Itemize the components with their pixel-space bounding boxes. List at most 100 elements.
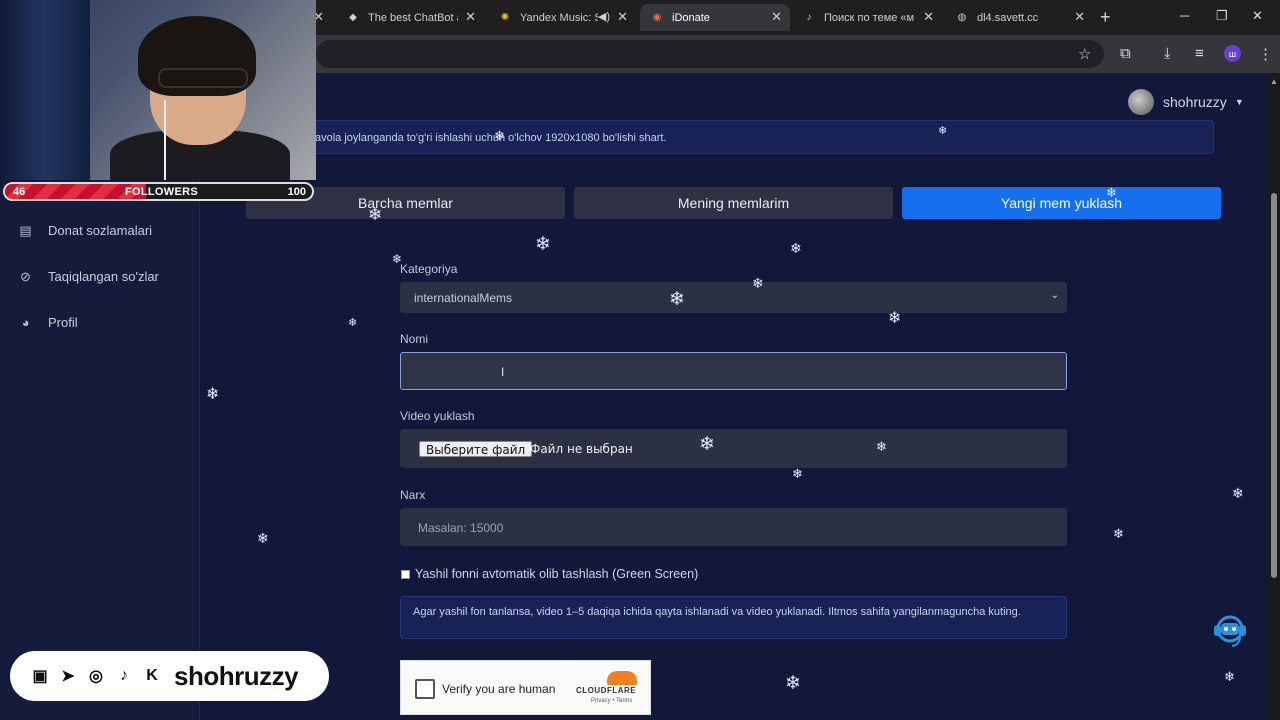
snowflake-icon: ❄ [1232,486,1244,502]
captcha-label: Verify you are human [442,682,556,696]
file-status: Файл не выбран [530,442,633,456]
video-file-input: Выберите файл Файл не выбран [400,429,1067,468]
close-icon[interactable]: ✕ [465,9,476,25]
browser-tab-savett[interactable]: ◍ dl4.savett.cc ✕ [945,4,1093,31]
greenscreen-info: Agar yashil fon tanlansa, video 1–5 daqi… [400,596,1067,639]
followers-goal-bar: 46 FOLLOWERS 100 [3,182,314,201]
greenscreen-option[interactable]: Yashil fonni avtomatik olib tashlash (Gr… [401,567,698,581]
sidebar-item-banned-words[interactable]: ⊘ Taqiqlangan so'zlar [18,268,159,285]
twitch-icon: ▣ [32,668,48,685]
name-label: Nomi [400,332,429,346]
page-scrollbar[interactable]: ▲ [1268,73,1280,720]
chatbot-icon: ◆ [349,12,357,23]
snowflake-icon: ❄ [206,384,220,403]
text-cursor-icon: I [501,365,505,379]
snowflake-icon: ❄ [752,276,764,292]
snowflake-icon: ❄ [1224,670,1235,685]
greenscreen-checkbox[interactable] [401,569,410,579]
username: shohruzzy [1163,94,1227,110]
download-icon[interactable]: ⤓ [1164,45,1171,62]
price-label: Narx [400,488,426,502]
yandex-music-icon: ✺ [500,12,510,23]
address-bar[interactable] [316,40,1104,68]
tiktok-icon: ♪ [120,667,128,684]
tab-my-memes[interactable]: Mening memlarim [574,187,893,219]
name-input[interactable]: I [400,352,1067,390]
tab-label: Yandex Music: Se [520,11,598,24]
chevron-down-icon: ⌄ [1050,290,1059,301]
tab-label: iDonate [672,11,710,24]
snowflake-icon: ❄ [494,129,505,144]
telegram-icon: ➤ [61,668,75,685]
idonate-icon: ◉ [652,12,662,23]
new-tab-icon[interactable]: + [1100,7,1111,28]
snowflake-icon: ❄ [876,440,887,455]
captcha-checkbox[interactable] [415,679,435,699]
minimize-icon[interactable]: ─ [1180,8,1189,23]
chevron-down-icon: ▼ [1234,97,1244,107]
tab-upload-meme[interactable]: Yangi mem yuklash [902,187,1221,219]
price-input[interactable]: Masalan: 15000 [400,508,1067,546]
close-icon[interactable]: ✕ [923,9,934,25]
browser-tab-tiktok-search[interactable]: ♪ Поиск по теме «ме ✕ [792,4,942,31]
close-icon[interactable]: ✕ [771,9,782,25]
browser-tab-chatbot[interactable]: ◆ The best ChatBot and ✕ [336,4,484,31]
browser-profile-icon[interactable]: ш [1224,45,1241,62]
followers-current: 46 [13,186,26,198]
snowflake-icon: ❄ [392,252,403,266]
tab-label: Поиск по теме «ме [824,11,914,24]
snowflake-icon: ❄ [669,288,685,310]
snowflake-icon: ❄ [699,433,715,455]
profile-icon: ◕ [21,315,30,330]
sidebar-item-label: Taqiqlangan so'zlar [48,269,159,284]
cloudflare-captcha: Verify you are human CLOUDFLARE Privacy … [400,660,651,715]
cloudflare-logo: CLOUDFLARE [576,686,637,695]
browser-tab-yandex-music[interactable]: ✺ Yandex Music: Se ◀) ✕ [488,4,636,31]
support-chat-icon[interactable] [1210,611,1250,653]
tab-label: dl4.savett.cc [977,11,1039,24]
user-menu[interactable]: shohruzzy ▼ [1128,89,1244,115]
choose-file-button[interactable]: Выберите файл [419,441,533,457]
snowflake-icon: ❄ [535,233,551,255]
window-close-icon[interactable]: ✕ [1252,8,1263,24]
snowflake-icon: ❄ [348,316,358,329]
social-handle: shohruzzy [174,660,299,691]
sidebar-item-donat-settings[interactable]: ▤ Donat sozlamalari [18,223,152,239]
extensions-icon[interactable]: ⧉ [1120,45,1131,62]
snowflake-icon: ❄ [1113,527,1124,542]
tiktok-icon: ♪ [806,12,812,23]
menu-dots-icon[interactable]: ⋮ [1258,45,1273,63]
snowflake-icon: ❄ [888,308,902,327]
cloudflare-cloud-icon [607,671,637,685]
ban-icon: ⊘ [20,268,31,284]
restore-icon[interactable]: ❐ [1216,8,1228,24]
snowflake-icon: ❄ [785,672,801,694]
bookmark-star-icon[interactable]: ☆ [1078,45,1091,63]
scroll-up-icon[interactable]: ▲ [1270,77,1278,86]
media-control-icon[interactable]: ≡ [1195,45,1204,62]
followers-goal: 100 [287,186,306,198]
tab-label: The best ChatBot and [368,11,458,24]
sidebar-item-label: Profil [48,315,78,330]
close-icon[interactable]: ✕ [617,9,628,25]
followers-label: FOLLOWERS [125,186,198,198]
category-value: internationalMems [414,291,513,305]
snowflake-icon: ❄ [938,124,948,137]
snowflake-icon: ❄ [368,205,383,225]
streamer-webcam [0,0,316,180]
social-handle-banner: ▣ ➤ ◎ ♪ K shohruzzy [10,651,329,701]
speaker-icon[interactable]: ◀) [598,10,610,23]
snowflake-icon: ❄ [257,531,269,547]
instagram-icon: ◎ [89,668,103,685]
close-icon[interactable]: ✕ [1074,9,1085,25]
snowflake-icon: ❄ [1106,186,1117,201]
category-label: Kategoriya [400,262,458,276]
resolution-notice: avola joylanganda to'g'ri ishlashi uchun… [246,120,1214,154]
kick-icon: K [146,667,158,684]
sidebar-item-profile[interactable]: ◕ Profil [18,315,78,330]
scrollbar-thumb[interactable] [1271,193,1277,578]
category-select[interactable]: internationalMems ⌄ [400,282,1067,313]
browser-tab-idonate[interactable]: ◉ iDonate ✕ [640,4,790,31]
captcha-links[interactable]: Privacy • Terms [591,698,632,704]
video-upload-label: Video yuklash [400,409,475,423]
